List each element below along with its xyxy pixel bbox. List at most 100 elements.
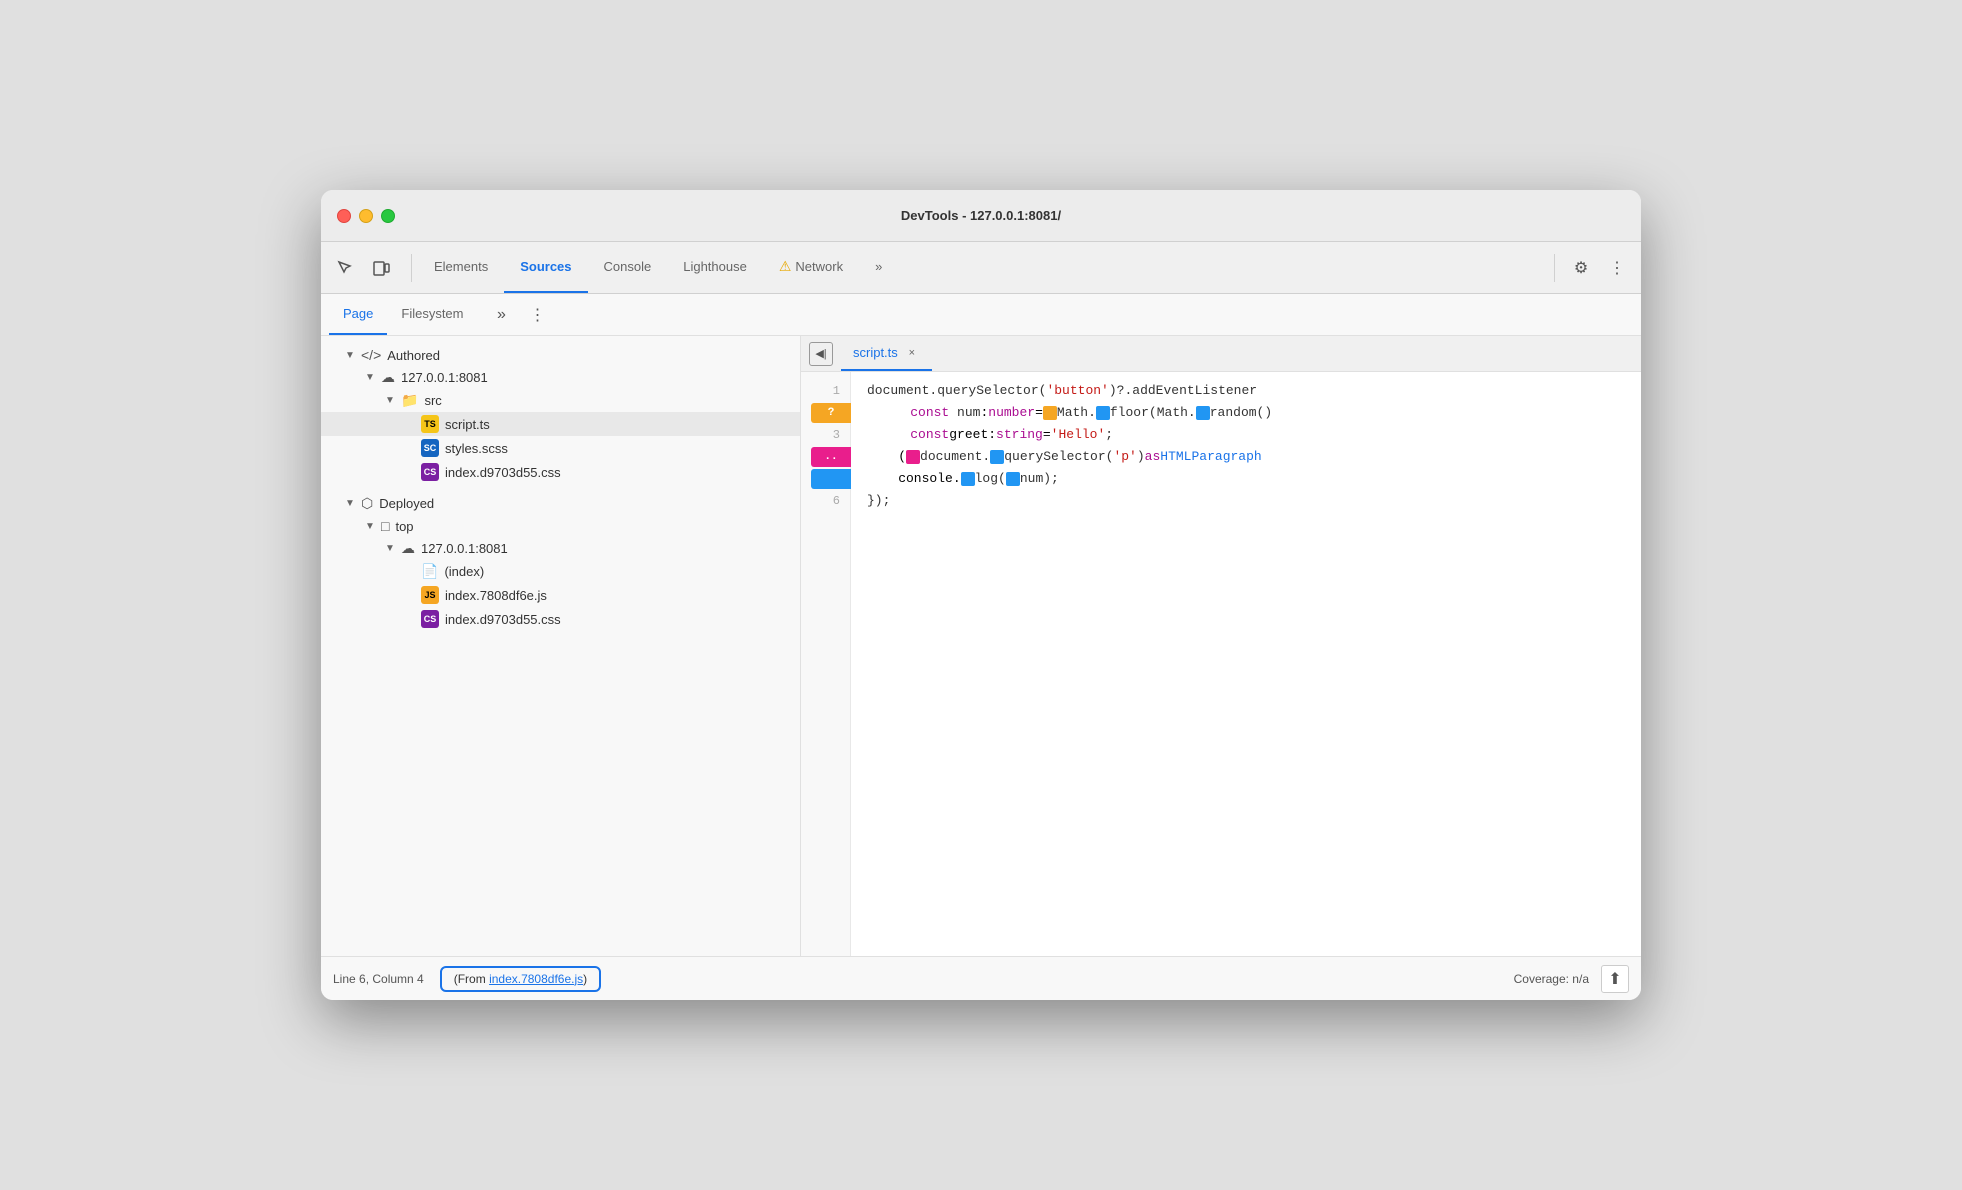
main-content: ▼ </> Authored ▼ ☁ 127.0.0.1:8081 ▼ 📁 sr… xyxy=(321,336,1641,956)
minimize-button[interactable] xyxy=(359,209,373,223)
no-arrow xyxy=(405,590,421,601)
line-numbers: 1 2 ? 3 4 .. xyxy=(801,372,851,956)
toolbar-divider xyxy=(411,254,412,282)
code-icon: </> xyxy=(361,347,381,363)
subtab-filesystem[interactable]: Filesystem xyxy=(387,294,477,335)
from-file-link[interactable]: index.7808df6e.js xyxy=(489,972,583,986)
tree-deployed-host[interactable]: ▼ ☁ 127.0.0.1:8081 xyxy=(321,537,800,560)
breakpoint-orange[interactable]: ? xyxy=(811,403,851,423)
settings-button[interactable]: ⚙ xyxy=(1565,252,1597,284)
top-icon: □ xyxy=(381,518,389,534)
code-line-1: document.querySelector('button')?.addEve… xyxy=(867,380,1625,402)
no-arrow xyxy=(405,443,421,454)
type-badge-pink xyxy=(906,450,920,464)
coverage-label: Coverage: n/a xyxy=(1514,972,1589,986)
breakpoint-pink[interactable]: .. xyxy=(811,447,851,467)
arrow-icon: ▼ xyxy=(365,521,381,532)
code-line-4: (document.querySelector('p') as HTMLPara… xyxy=(867,446,1625,468)
toolbar-right-divider xyxy=(1554,254,1555,282)
subtab-page[interactable]: Page xyxy=(329,294,387,335)
tree-authored-host[interactable]: ▼ ☁ 127.0.0.1:8081 xyxy=(321,366,800,389)
status-bar: Line 6, Column 4 (From index.7808df6e.js… xyxy=(321,956,1641,1000)
device-icon[interactable] xyxy=(365,252,397,284)
tree-index-css2[interactable]: CS index.d9703d55.css xyxy=(321,607,800,631)
inspect-icon[interactable] xyxy=(329,252,361,284)
more-menu-button[interactable]: ⋮ xyxy=(1601,252,1633,284)
ts-icon: TS xyxy=(421,415,439,433)
toolbar-icons xyxy=(329,252,397,284)
scss-icon: SC xyxy=(421,439,439,457)
tree-index-js[interactable]: JS index.7808df6e.js xyxy=(321,583,800,607)
code-panel: ◀| script.ts × 1 2 ? xyxy=(801,336,1641,956)
sub-toolbar: Page Filesystem » ⋮ xyxy=(321,294,1641,336)
css2-icon: CS xyxy=(421,610,439,628)
no-arrow xyxy=(405,467,421,478)
tree-top[interactable]: ▼ □ top xyxy=(321,515,800,537)
tab-console[interactable]: Console xyxy=(588,242,668,293)
code-line-6: }); xyxy=(867,490,1625,512)
cloud-icon: ☁ xyxy=(381,369,395,386)
code-lines: document.querySelector('button')?.addEve… xyxy=(851,372,1641,956)
tree-authored[interactable]: ▼ </> Authored xyxy=(321,344,800,366)
file-tabs-bar: ◀| script.ts × xyxy=(801,336,1641,372)
line-num-4: 4 .. xyxy=(801,446,850,468)
arrow-icon: ▼ xyxy=(365,372,381,383)
window-title: DevTools - 127.0.0.1:8081/ xyxy=(901,208,1061,223)
tab-more[interactable]: » xyxy=(859,242,898,293)
main-toolbar: Elements Sources Console Lighthouse ⚠ Ne… xyxy=(321,242,1641,294)
close-button[interactable] xyxy=(337,209,351,223)
title-bar: DevTools - 127.0.0.1:8081/ xyxy=(321,190,1641,242)
line-num-5: 5 xyxy=(801,468,850,490)
from-badge: (From index.7808df6e.js) xyxy=(440,966,601,992)
tree-index-css[interactable]: CS index.d9703d55.css xyxy=(321,460,800,484)
status-right: Coverage: n/a ⬆ xyxy=(1514,965,1629,993)
line-num-3: 3 xyxy=(801,424,850,446)
type-badge-blue2 xyxy=(1196,406,1210,420)
code-editor[interactable]: 1 2 ? 3 4 .. xyxy=(801,372,1641,956)
devtools-window: DevTools - 127.0.0.1:8081/ Elements xyxy=(321,190,1641,1000)
folder-icon: 📁 xyxy=(401,392,418,409)
file-tab-name: script.ts xyxy=(853,345,898,360)
file-tab-script-ts[interactable]: script.ts × xyxy=(841,336,932,371)
code-line-2: const num: number = Math.floor(Math.rand… xyxy=(867,402,1625,424)
tree-styles-scss[interactable]: SC styles.scss xyxy=(321,436,800,460)
position-label: Line 6, Column 4 xyxy=(333,972,424,986)
line-num-6: 6 xyxy=(801,490,850,512)
js-icon: JS xyxy=(421,586,439,604)
css-icon: CS xyxy=(421,463,439,481)
line-num-1: 1 xyxy=(801,380,850,402)
tree-deployed[interactable]: ▼ ⬡ Deployed xyxy=(321,492,800,515)
subtab-more[interactable]: » xyxy=(486,299,518,331)
tree-index-html[interactable]: 📄 (index) xyxy=(321,560,800,583)
tab-lighthouse[interactable]: Lighthouse xyxy=(667,242,763,293)
code-line-5: console.log(num); xyxy=(867,468,1625,490)
html-icon: 📄 xyxy=(421,563,438,580)
line-num-2: 2 ? xyxy=(801,402,850,424)
tab-network[interactable]: ⚠ Network xyxy=(763,242,859,293)
breakpoint-blue[interactable] xyxy=(811,469,851,489)
code-line-3: const greet: string = 'Hello'; xyxy=(867,424,1625,446)
subtab-menu[interactable]: ⋮ xyxy=(522,299,554,331)
tab-sources[interactable]: Sources xyxy=(504,242,587,293)
console-drawer-button[interactable]: ⬆ xyxy=(1601,965,1629,993)
warning-icon: ⚠ xyxy=(779,258,792,275)
type-badge-orange xyxy=(1043,406,1057,420)
maximize-button[interactable] xyxy=(381,209,395,223)
cloud-icon: ☁ xyxy=(401,540,415,557)
tab-elements[interactable]: Elements xyxy=(418,242,504,293)
type-badge-blue3 xyxy=(990,450,1004,464)
deployed-icon: ⬡ xyxy=(361,495,373,512)
type-badge-blue xyxy=(1096,406,1110,420)
arrow-icon: ▼ xyxy=(385,543,401,554)
arrow-icon: ▼ xyxy=(345,350,361,361)
tree-script-ts[interactable]: TS script.ts xyxy=(321,412,800,436)
sub-toolbar-right: » ⋮ xyxy=(486,299,554,331)
tree-src[interactable]: ▼ 📁 src xyxy=(321,389,800,412)
type-badge-blue5 xyxy=(1006,472,1020,486)
no-arrow xyxy=(405,614,421,625)
navigate-back-icon[interactable]: ◀| xyxy=(809,342,833,366)
no-arrow xyxy=(405,419,421,430)
arrow-icon: ▼ xyxy=(345,498,361,509)
file-tab-close[interactable]: × xyxy=(904,345,920,361)
traffic-lights xyxy=(337,209,395,223)
